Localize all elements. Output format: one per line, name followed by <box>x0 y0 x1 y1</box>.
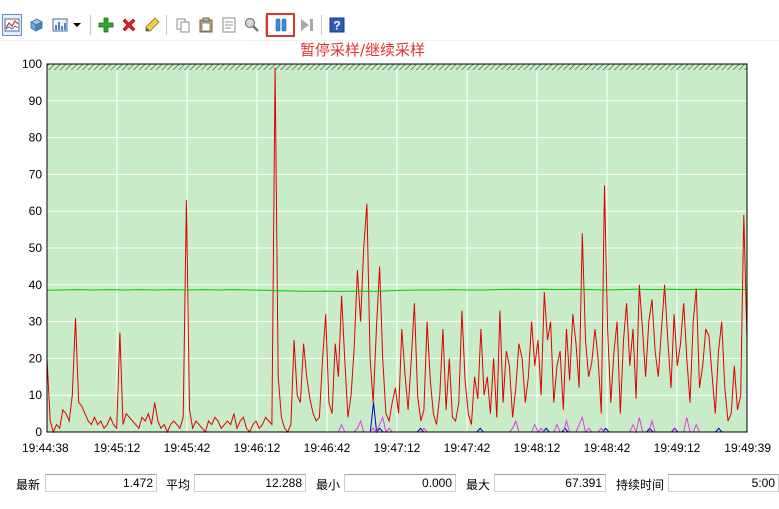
change-graph-type-icon <box>52 18 68 32</box>
x-tick-label: 19:46:12 <box>234 441 281 455</box>
x-tick-label: 19:48:12 <box>514 441 561 455</box>
stat-duration-label: 持续时间 <box>616 478 665 492</box>
delete-counter-button[interactable] <box>119 14 139 36</box>
properties-button[interactable] <box>219 14 239 36</box>
clear-display-icon <box>30 18 43 32</box>
stat-minimum-label: 最小 <box>316 478 341 492</box>
x-tick-label: 19:47:12 <box>374 441 421 455</box>
x-tick-label: 19:49:39 <box>724 441 771 455</box>
x-tick-label: 19:46:42 <box>304 441 351 455</box>
y-tick-label: 50 <box>29 241 43 255</box>
x-axis-ticks: 19:44:38 19:45:12 19:45:42 19:46:12 19:46:42… <box>22 441 771 455</box>
y-tick-label: 70 <box>29 167 43 181</box>
y-tick-label: 60 <box>29 204 43 218</box>
y-tick-label: 80 <box>29 131 43 145</box>
delete-counter-icon <box>122 18 136 32</box>
x-tick-label: 19:49:12 <box>654 441 701 455</box>
pause-button-highlight <box>266 13 295 37</box>
graph-type-dropdown[interactable] <box>70 14 84 36</box>
help-icon: ? <box>329 17 345 33</box>
x-tick-label: 19:47:42 <box>444 441 491 455</box>
properties-icon <box>222 17 236 33</box>
y-tick-label: 100 <box>22 57 42 71</box>
y-tick-label: 40 <box>29 278 43 292</box>
y-tick-label: 20 <box>29 351 43 365</box>
y-tick-label: 10 <box>29 388 43 402</box>
y-tick-label: 0 <box>35 425 42 439</box>
x-tick-label: 19:48:42 <box>584 441 631 455</box>
stat-maximum-value: 67.391 <box>494 474 606 492</box>
paste-counter-list-icon <box>199 17 213 33</box>
x-tick-label: 19:45:12 <box>94 441 141 455</box>
hatch-band <box>47 64 747 70</box>
performance-chart: 0102030405060708090100 19:44:38 19:45:12 1… <box>22 57 771 455</box>
paste-counter-list-button[interactable] <box>196 14 216 36</box>
highlight-icon <box>145 17 160 32</box>
y-axis-ticks: 0 10 20 30 40 50 60 70 80 90 100 <box>22 57 42 439</box>
stat-last-value: 1.472 <box>45 474 157 492</box>
stat-average-value: 12.288 <box>194 474 306 492</box>
x-tick-label: 19:45:42 <box>164 441 211 455</box>
graph-view-button[interactable] <box>2 14 22 36</box>
statistics-bar: 最新 1.472 平均 12.288 最小 0.000 最大 67.391 持续… <box>0 470 779 509</box>
stat-duration-value: 5:00 <box>668 474 779 492</box>
svg-text:?: ? <box>333 19 340 33</box>
copy-properties-button[interactable] <box>173 14 193 36</box>
dropdown-arrow-icon <box>73 23 81 27</box>
highlight-button[interactable] <box>142 14 162 36</box>
add-counter-icon <box>98 17 114 33</box>
stat-last-label: 最新 <box>16 478 41 492</box>
stat-average-label: 平均 <box>166 478 191 492</box>
copy-properties-icon <box>176 18 190 33</box>
toolbar: ? <box>0 0 779 41</box>
change-graph-type-button[interactable] <box>50 14 70 36</box>
update-data-icon <box>301 19 313 31</box>
help-button[interactable]: ? <box>327 14 347 36</box>
zoom-icon <box>244 17 259 32</box>
stat-minimum-value: 0.000 <box>344 474 456 492</box>
add-counter-button[interactable] <box>96 14 116 36</box>
update-data-button[interactable] <box>297 14 317 36</box>
y-tick-label: 30 <box>29 315 43 329</box>
clear-display-button[interactable] <box>26 14 46 36</box>
x-tick-label: 19:44:38 <box>22 441 69 455</box>
stat-maximum-label: 最大 <box>466 478 491 492</box>
zoom-button[interactable] <box>242 14 262 36</box>
graph-view-icon <box>4 18 20 32</box>
y-tick-label: 90 <box>29 94 43 108</box>
